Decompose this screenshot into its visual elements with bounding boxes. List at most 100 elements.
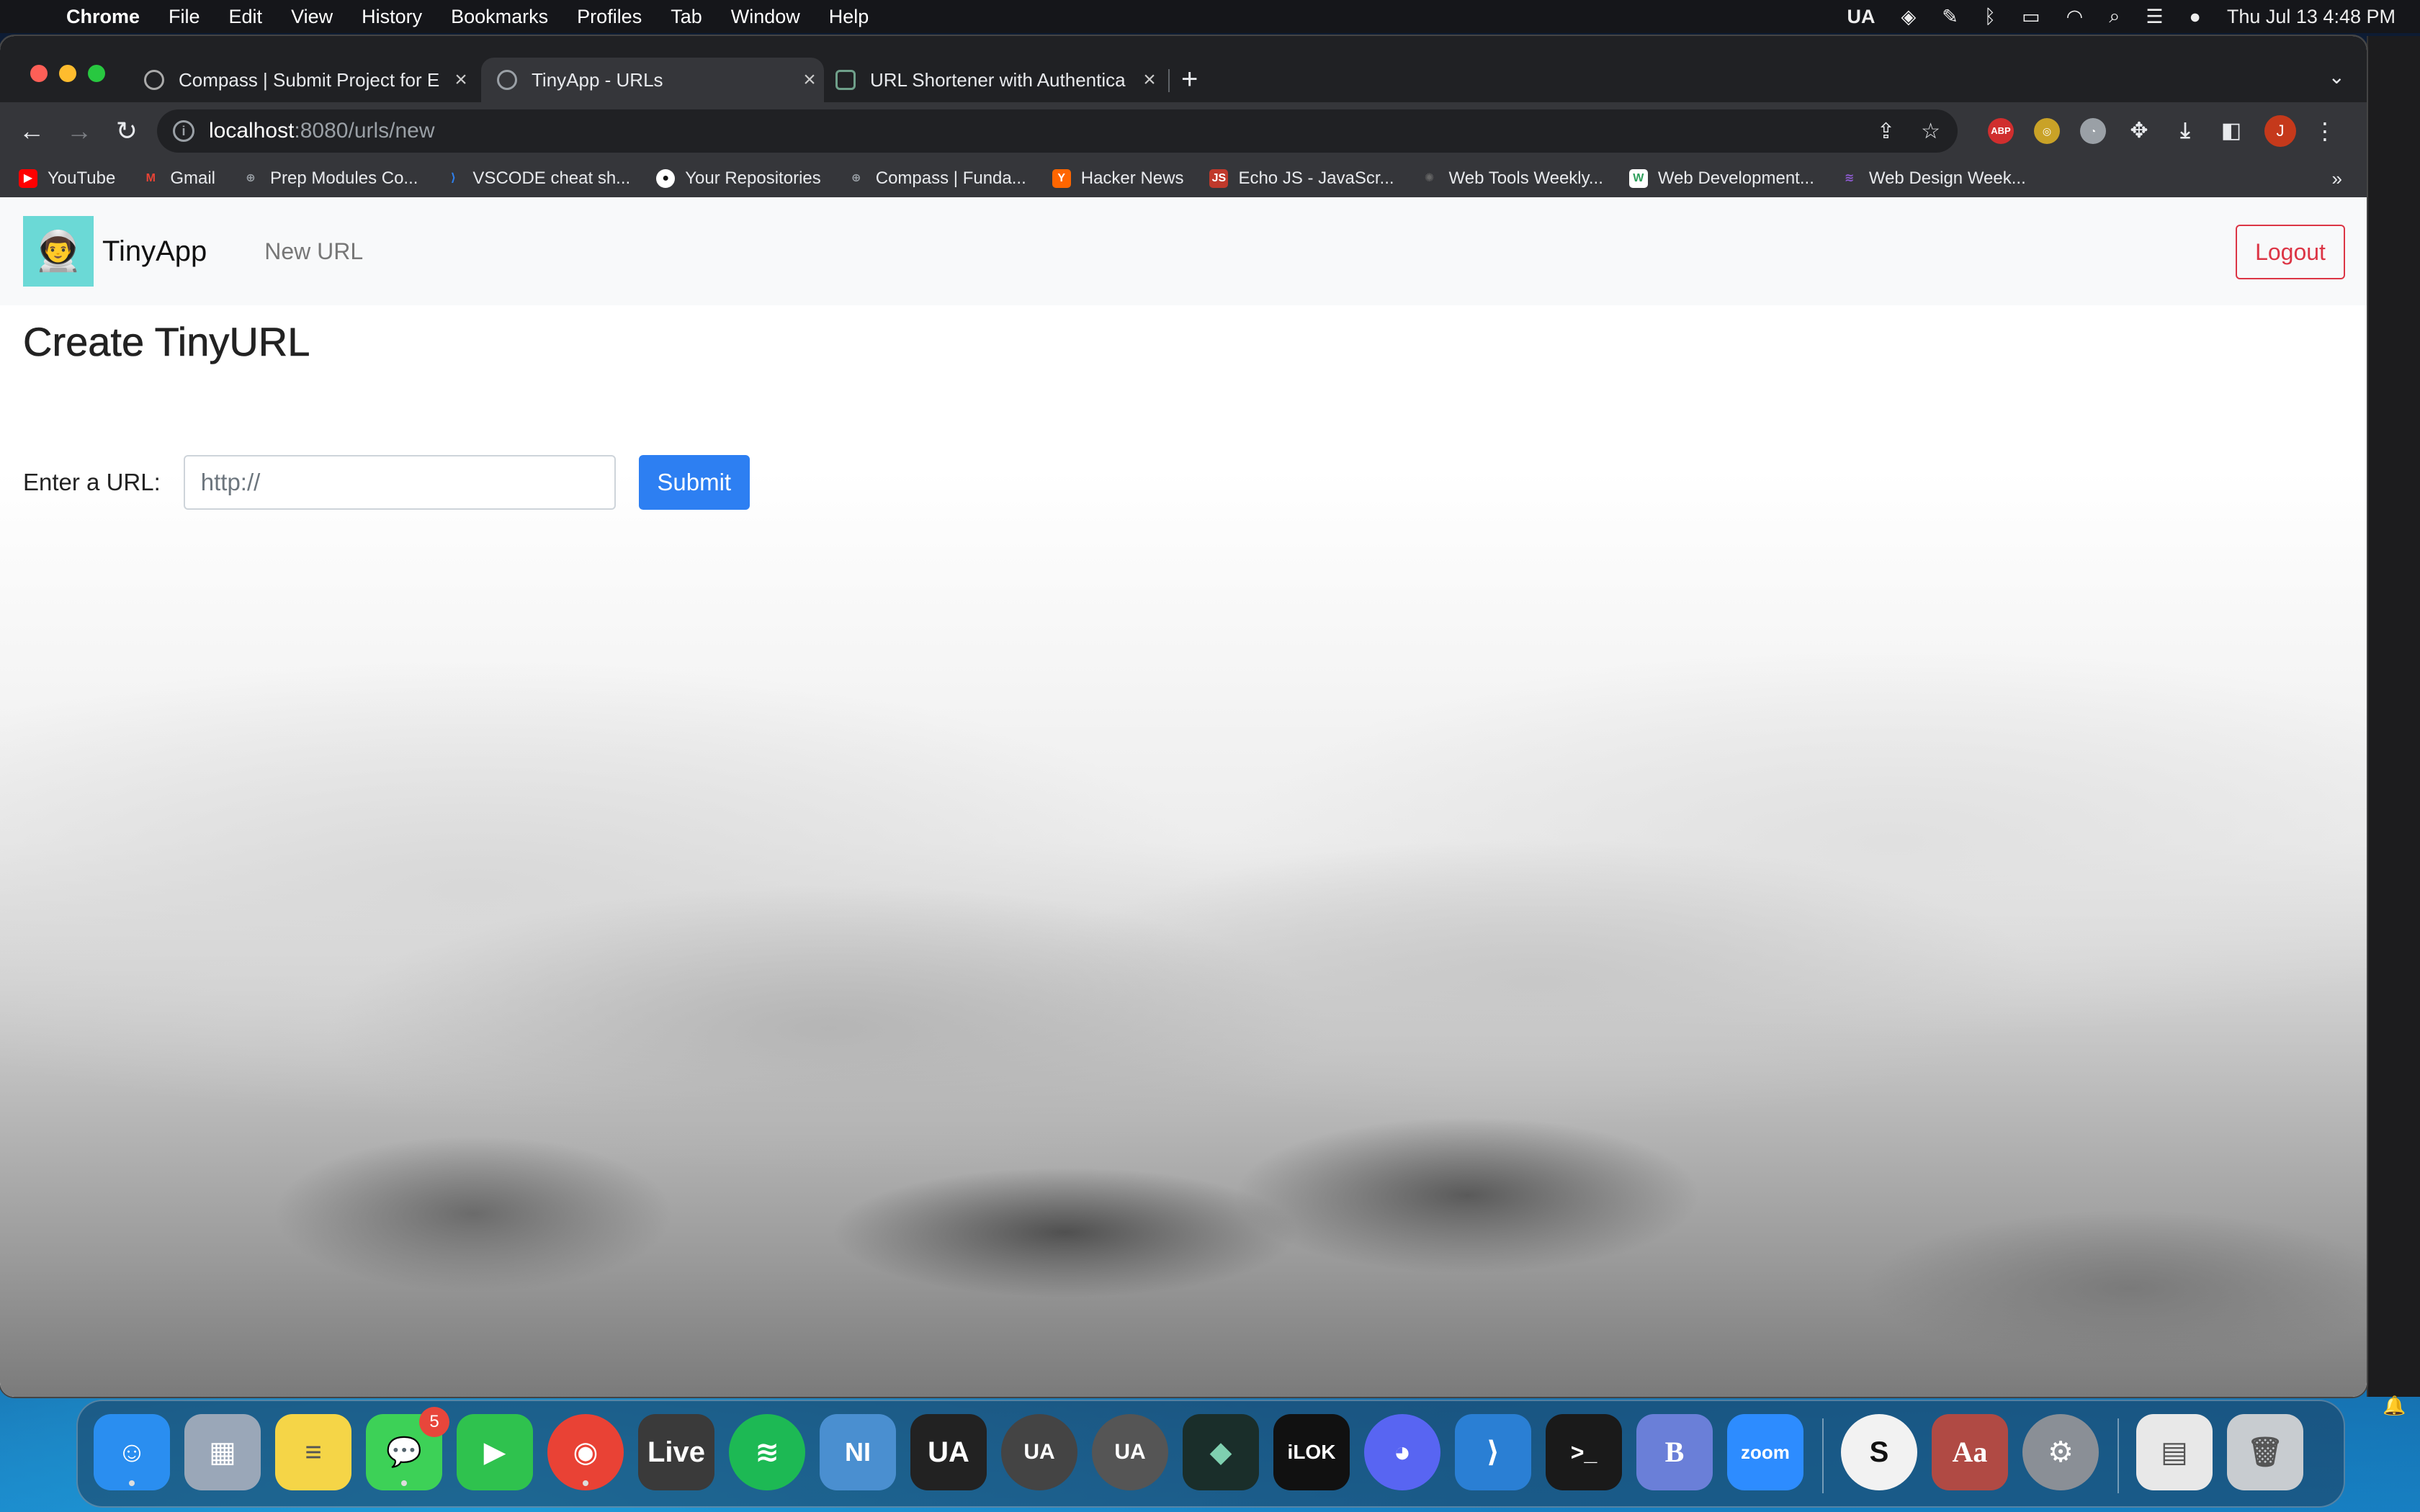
gmail-icon: M xyxy=(145,172,156,184)
discord-icon[interactable]: ◕ xyxy=(1364,1414,1440,1490)
spotify-icon[interactable]: ≋ xyxy=(729,1414,805,1490)
facetime-icon[interactable]: ▶ xyxy=(457,1414,533,1490)
bookmark-compass-funda[interactable]: ⊕ Compass | Funda... xyxy=(847,168,1026,189)
scrivener-icon[interactable]: S xyxy=(1841,1414,1917,1490)
bookmarks-bar: ▶ YouTube M Gmail ⊕ Prep Modules Co... ⟩… xyxy=(0,160,2367,197)
battery-icon[interactable]: ▭ xyxy=(2022,6,2040,28)
chevron-double-right-icon[interactable]: » xyxy=(2332,168,2342,190)
bookmark-youtube[interactable]: ▶ YouTube xyxy=(19,168,115,189)
running-indicator xyxy=(583,1480,588,1486)
brand-name[interactable]: TinyApp xyxy=(102,235,207,268)
menu-edit[interactable]: Edit xyxy=(229,6,263,28)
notes-icon[interactable]: ≡ xyxy=(275,1414,351,1490)
bookmark-hacker-news[interactable]: Y Hacker News xyxy=(1052,168,1183,189)
new-tab-button[interactable]: + xyxy=(1181,65,1198,94)
astronaut-logo-icon[interactable]: 👨‍🚀 xyxy=(23,216,94,287)
info-icon[interactable]: i xyxy=(173,120,194,142)
search-icon[interactable]: ⌕ xyxy=(2109,5,2120,28)
ilok-icon[interactable]: iLOK xyxy=(1273,1414,1350,1490)
wifi-icon[interactable]: ◠ xyxy=(2066,6,2084,28)
zoom-icon[interactable]: zoom xyxy=(1727,1414,1803,1490)
system-preferences-icon[interactable]: ⚙ xyxy=(2022,1414,2099,1490)
ua-console-icon[interactable]: UA xyxy=(1001,1414,1077,1490)
ua-status-label[interactable]: UA xyxy=(1847,6,1876,28)
bell-icon[interactable]: 🔔 xyxy=(2383,1395,2406,1416)
dictionary-icon[interactable]: Aa xyxy=(1932,1414,2008,1490)
adblock-icon[interactable]: ABP xyxy=(1988,118,2014,144)
smoke-background-image xyxy=(0,471,2367,1397)
menu-history[interactable]: History xyxy=(362,6,422,28)
bookmark-web-design[interactable]: ≋ Web Design Week... xyxy=(1840,168,2026,189)
launchpad-icon[interactable]: ▦ xyxy=(184,1414,261,1490)
bookmark-gmail[interactable]: M Gmail xyxy=(141,168,215,189)
vscode-icon[interactable]: ⟩ xyxy=(1455,1414,1531,1490)
chrome-icon[interactable]: ◉ xyxy=(547,1414,624,1490)
menu-window[interactable]: Window xyxy=(731,6,800,28)
messages-icon[interactable]: 💬 5 xyxy=(366,1407,449,1490)
finder-icon[interactable]: ☺ xyxy=(94,1414,170,1490)
more-menu-icon[interactable]: ⋮ xyxy=(2313,117,2336,145)
menu-tab[interactable]: Tab xyxy=(671,6,702,28)
bookmark-repositories[interactable]: ● Your Repositories xyxy=(656,168,821,189)
menu-app-name[interactable]: Chrome xyxy=(66,6,140,28)
clock[interactable]: Thu Jul 13 4:48 PM xyxy=(2227,6,2396,28)
github-icon: ● xyxy=(656,169,676,188)
close-icon[interactable]: × xyxy=(1135,68,1164,92)
tab-strip: Compass | Submit Project for E × TinyApp… xyxy=(0,36,2367,102)
share-icon[interactable]: ⇪ xyxy=(1877,119,1895,144)
menu-bookmarks[interactable]: Bookmarks xyxy=(451,6,548,28)
ableton-live-icon[interactable]: Live xyxy=(638,1414,714,1490)
chevron-down-icon[interactable]: ⌄ xyxy=(2329,65,2345,89)
star-icon[interactable]: ☆ xyxy=(1921,119,1940,144)
puzzle-icon[interactable]: ✥ xyxy=(2126,118,2152,144)
profile-avatar[interactable]: J xyxy=(2264,115,2296,147)
bookmark-label: Gmail xyxy=(170,168,215,188)
native-instruments-icon[interactable]: NI xyxy=(820,1414,896,1490)
tab-compass[interactable]: Compass | Submit Project for E × xyxy=(144,58,475,102)
bookmark-web-development[interactable]: W Web Development... xyxy=(1628,168,1814,189)
minimize-window-button[interactable] xyxy=(59,65,76,82)
address-bar[interactable]: i localhost:8080/urls/new ⇪ ☆ xyxy=(157,109,1958,153)
side-panel-icon[interactable]: ◧ xyxy=(2218,118,2244,144)
bluetooth-icon[interactable]: ᛒ xyxy=(1984,6,1996,28)
control-center-icon[interactable]: ☰ xyxy=(2146,6,2163,28)
downloads-stack-icon[interactable]: ▤ xyxy=(2136,1414,2213,1490)
forward-button[interactable]: → xyxy=(63,116,95,146)
bookmark-label: YouTube xyxy=(48,168,116,188)
bookmark-vscode-cheat[interactable]: ⟩ VSCODE cheat sh... xyxy=(444,168,630,189)
submit-button[interactable]: Submit xyxy=(638,455,750,510)
trash-icon[interactable]: 🗑 xyxy=(2227,1414,2303,1490)
url-input[interactable] xyxy=(183,455,616,510)
siri-icon[interactable]: ● xyxy=(2190,6,2201,28)
tab-tinyapp[interactable]: TinyApp - URLs × xyxy=(481,58,824,102)
bookmark-label: Web Design Week... xyxy=(1868,168,2026,188)
coin-extension-icon[interactable]: ◎ xyxy=(2034,118,2060,144)
echojs-icon: JS xyxy=(1209,169,1229,188)
close-window-button[interactable] xyxy=(30,65,48,82)
menu-help[interactable]: Help xyxy=(829,6,869,28)
ua-logo-icon[interactable]: ◈ xyxy=(1901,6,1917,28)
stylus-icon[interactable]: ✎ xyxy=(1942,6,1958,28)
download-icon[interactable]: ⤓ xyxy=(2172,118,2198,144)
close-icon[interactable]: × xyxy=(795,68,824,92)
menu-profiles[interactable]: Profiles xyxy=(577,6,642,28)
terminal-icon[interactable]: >_ xyxy=(1546,1414,1622,1490)
close-icon[interactable]: × xyxy=(447,68,475,92)
bookmark-prep-modules[interactable]: ⊕ Prep Modules Co... xyxy=(241,168,418,189)
bookmark-web-tools[interactable]: ✺ Web Tools Weekly... xyxy=(1420,168,1603,189)
nav-new-url-link[interactable]: New URL xyxy=(264,238,363,265)
zoom-window-button[interactable] xyxy=(88,65,105,82)
bbedit-icon[interactable]: B xyxy=(1636,1414,1713,1490)
tab-url-shortener[interactable]: URL Shortener with Authentica × xyxy=(835,58,1164,102)
reload-button[interactable]: ↻ xyxy=(111,116,143,146)
back-button[interactable]: ← xyxy=(16,116,48,146)
logout-button[interactable]: Logout xyxy=(2236,225,2345,279)
ua-connect-icon[interactable]: UA xyxy=(910,1414,987,1490)
owl-extension-icon[interactable]: ◔ xyxy=(2080,118,2106,144)
ua-meter-icon[interactable]: UA xyxy=(1092,1414,1168,1490)
menu-view[interactable]: View xyxy=(291,6,333,28)
menu-bar: Chrome File Edit View History Bookmarks … xyxy=(0,0,2420,33)
menu-file[interactable]: File xyxy=(169,6,200,28)
vector-app-icon[interactable]: ◆ xyxy=(1183,1414,1259,1490)
bookmark-echo-js[interactable]: JS Echo JS - JavaScr... xyxy=(1209,168,1394,189)
